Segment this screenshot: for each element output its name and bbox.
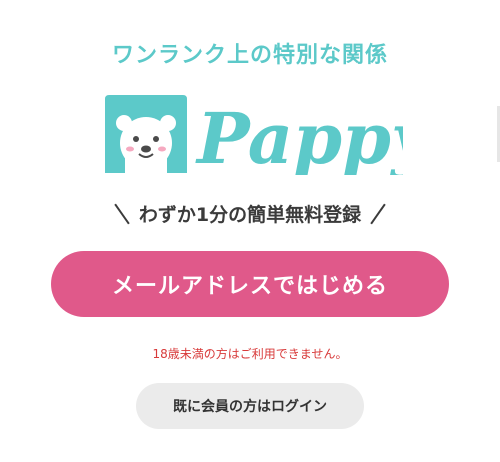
logo-wordmark: Pappy <box>195 97 403 175</box>
bear-face-icon <box>105 95 187 173</box>
landing-page: ワンランク上の特別な関係 Pappy わずか1分の簡単無料登録 メールアドレスで… <box>0 0 500 462</box>
email-signup-button[interactable]: メールアドレスではじめる <box>51 251 449 317</box>
registration-subtitle-row: わずか1分の簡単無料登録 <box>0 200 500 227</box>
pappy-logo: Pappy <box>105 95 403 175</box>
age-restriction-notice: 18歳未満の方はご利用できません。 <box>152 347 348 361</box>
slash-right-decoration <box>369 202 387 226</box>
registration-subtitle: わずか1分の簡単無料登録 <box>138 204 362 226</box>
slash-left-decoration <box>113 202 131 226</box>
tagline: ワンランク上の特別な関係 <box>111 43 388 68</box>
member-login-button[interactable]: 既に会員の方はログイン <box>136 383 364 429</box>
